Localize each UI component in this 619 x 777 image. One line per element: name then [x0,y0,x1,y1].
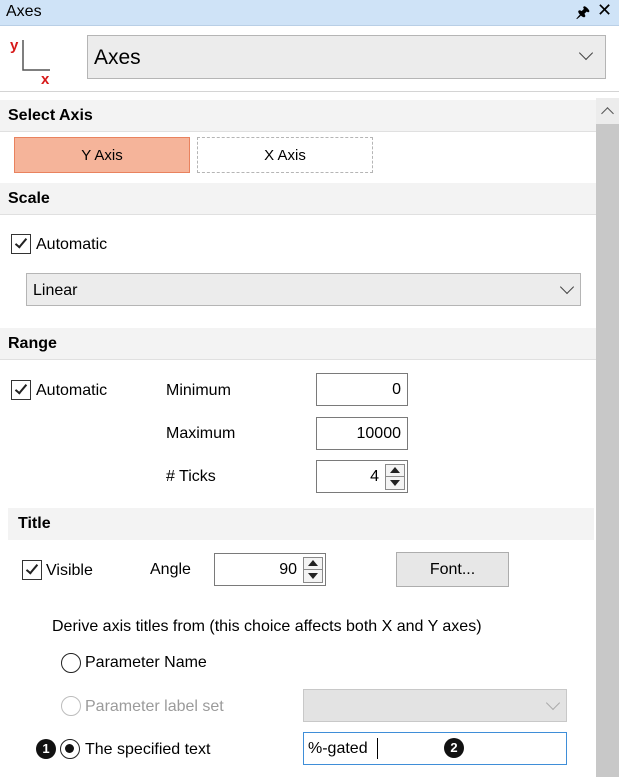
chevron-down-icon [545,695,561,711]
scale-automatic-label: Automatic [36,236,108,253]
font-button[interactable]: Font... [396,552,509,587]
minimum-input[interactable]: 0 [316,373,408,406]
font-button-label: Font... [429,561,476,578]
radio-selected-dot [65,744,74,753]
parameter-label-set-dropdown [303,689,567,722]
logo-y-label: y [10,37,19,54]
title-heading: Title [18,515,51,532]
spin-down-icon[interactable] [308,573,318,579]
angle-label: Angle [150,561,191,578]
specified-text-input[interactable]: %-gated 2 [303,732,567,765]
logo-x-label: x [41,71,50,84]
spin-up-icon[interactable] [308,560,318,566]
ticks-value: 4 [370,468,379,485]
parameter-name-label: Parameter Name [85,654,207,671]
parameter-name-radio[interactable] [61,653,81,673]
panel-header: y x Axes [0,26,619,92]
angle-value: 90 [279,561,297,578]
angle-spin-buttons[interactable] [303,557,323,583]
ticks-label: # Ticks [166,468,216,485]
maximum-input[interactable]: 10000 [316,417,408,450]
ticks-stepper[interactable]: 4 [316,460,408,493]
checkmark-icon [14,235,28,249]
scale-type-dropdown[interactable]: Linear [26,273,581,306]
axes-settings-panel: Select Axis Y Axis X Axis Scale Automati… [0,98,596,777]
parameter-label-set-radio [61,696,81,716]
window-title-bar: Axes 🖈 ✕ [0,0,619,26]
title-visible-label: Visible [46,562,93,579]
title-visible-checkbox[interactable] [22,560,42,580]
minimum-value: 0 [392,381,401,398]
spin-up-icon[interactable] [390,467,400,473]
scroll-up-icon[interactable] [601,107,614,120]
maximum-value: 10000 [356,425,402,442]
close-icon[interactable]: ✕ [597,0,612,21]
chevron-down-icon [559,279,575,295]
panel-select-value: Axes [94,46,141,69]
y-axis-button[interactable]: Y Axis [14,137,190,173]
ticks-spin-buttons[interactable] [385,464,405,490]
angle-stepper[interactable]: 90 [214,553,326,586]
chevron-down-icon [578,45,594,61]
x-axis-button-label: X Axis [264,147,306,164]
axes-logo-icon: y x [10,37,50,84]
panel-select-dropdown[interactable]: Axes [87,35,606,79]
title-header: Title [8,508,594,540]
select-axis-heading: Select Axis [8,107,93,124]
specified-text-label: The specified text [85,741,211,758]
range-automatic-checkbox[interactable] [11,380,31,400]
y-axis-button-label: Y Axis [81,147,123,164]
specified-text-value: %-gated [308,740,368,757]
specified-text-radio[interactable] [60,739,80,759]
checkmark-icon [25,561,39,575]
range-heading: Range [8,335,57,352]
range-header: Range [0,328,596,360]
derive-axis-titles-label: Derive axis titles from (this choice aff… [52,618,482,635]
callout-badge-2: 2 [444,738,464,758]
scrollbar-thumb[interactable] [596,124,619,777]
minimum-label: Minimum [166,382,231,399]
scale-heading: Scale [8,190,50,207]
checkmark-icon [14,381,28,395]
scale-type-value: Linear [33,282,78,299]
maximum-label: Maximum [166,425,236,442]
spin-down-icon[interactable] [390,480,400,486]
vertical-scrollbar[interactable] [596,98,619,777]
range-automatic-label: Automatic [36,382,108,399]
window-title: Axes [6,3,42,20]
parameter-label-set-label: Parameter label set [85,698,224,715]
x-axis-button[interactable]: X Axis [197,137,373,173]
scale-header: Scale [0,183,596,215]
scale-automatic-checkbox[interactable] [11,234,31,254]
pin-icon[interactable]: 🖈 [576,2,590,27]
select-axis-header: Select Axis [0,100,596,132]
text-caret [377,738,378,759]
callout-badge-1: 1 [36,739,56,759]
